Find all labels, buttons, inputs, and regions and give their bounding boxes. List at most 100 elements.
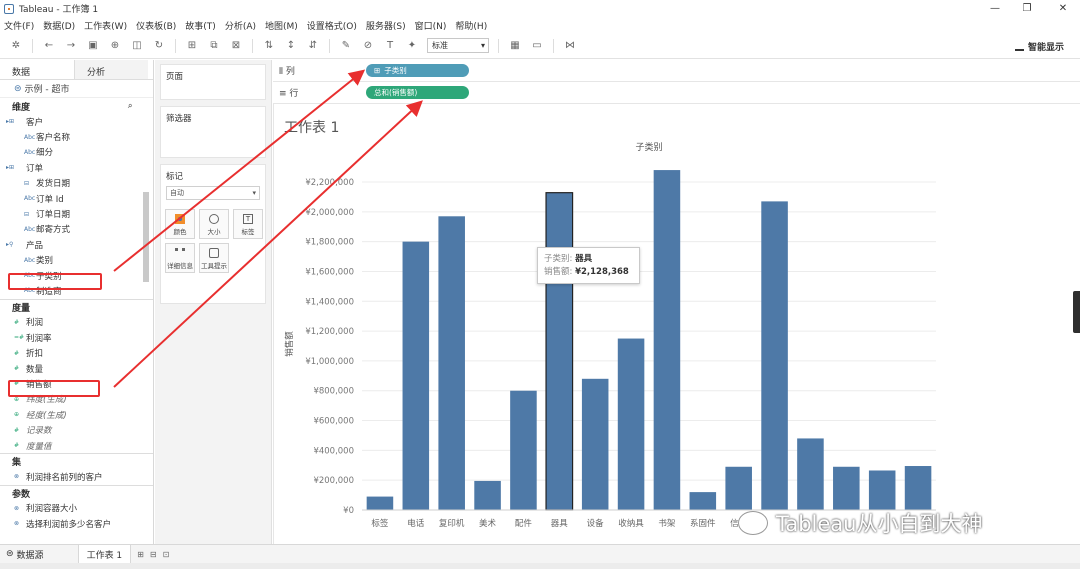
rows-shelf[interactable]: ≡ 行 总和(销售额): [273, 82, 1080, 104]
bar-椅子[interactable]: [761, 201, 788, 510]
dim-item[interactable]: Abc 类别: [0, 253, 153, 268]
tableau-home-icon[interactable]: ✲: [8, 38, 24, 54]
minimize-button[interactable]: —: [980, 0, 1010, 17]
tab-data[interactable]: 数据: [0, 60, 74, 79]
label-button[interactable]: T 标签: [233, 209, 263, 239]
dim-item[interactable]: ▸⊞ 客户: [0, 114, 153, 129]
highlight-icon[interactable]: ✎: [338, 38, 354, 54]
columns-pill-subcategory[interactable]: ⊞ 子类别: [366, 64, 469, 77]
param-item[interactable]: ⊗ 利润容器大小: [0, 501, 153, 516]
new-sheet-icon[interactable]: ⊞: [137, 550, 144, 559]
bar-标签[interactable]: [366, 496, 394, 510]
menu-data[interactable]: 数据(D): [43, 19, 75, 32]
menu-window[interactable]: 窗口(N): [415, 19, 447, 32]
toolbar-divider: [252, 38, 253, 53]
save-icon[interactable]: ▣: [85, 38, 101, 54]
pause-update-icon[interactable]: ◫: [129, 38, 145, 54]
bar-美术[interactable]: [474, 480, 501, 510]
menu-format[interactable]: 设置格式(O): [307, 19, 357, 32]
clear-sheet-icon[interactable]: ⊠: [228, 38, 244, 54]
param-item[interactable]: ⊗ 选择利润前多少名客户: [0, 516, 153, 531]
bar-配件[interactable]: [510, 390, 537, 510]
menu-file[interactable]: 文件(F): [4, 19, 34, 32]
bar-书架[interactable]: [653, 170, 681, 510]
group-icon[interactable]: ⊘: [360, 38, 376, 54]
status-strip: [0, 563, 1080, 569]
tab-analysis[interactable]: 分析: [74, 60, 148, 79]
dim-item[interactable]: Abc 客户名称: [0, 129, 153, 144]
meas-item[interactable]: # 记录数: [0, 422, 153, 437]
undo-icon[interactable]: ←: [41, 38, 57, 54]
bar-装订机[interactable]: [904, 466, 932, 510]
pages-card[interactable]: 页面: [160, 64, 266, 100]
menu-worksheet[interactable]: 工作表(W): [84, 19, 127, 32]
dim-item[interactable]: ▸⚲ 产品: [0, 237, 153, 252]
presentation-icon[interactable]: ▭: [529, 38, 545, 54]
meas-item[interactable]: # 数量: [0, 361, 153, 376]
datasource-item[interactable]: ⊜ 示例 - 超市: [0, 80, 153, 98]
redo-icon[interactable]: →: [63, 38, 79, 54]
size-button[interactable]: 大小: [199, 209, 229, 239]
search-icon[interactable]: ⌕: [128, 101, 132, 111]
show-cards-icon[interactable]: ▦: [507, 38, 523, 54]
duplicate-sheet-icon[interactable]: ⧉: [206, 38, 222, 54]
set-item[interactable]: ⊗ 利润排名前列的客户: [0, 469, 153, 484]
new-story-icon[interactable]: ⊡: [163, 550, 170, 559]
bar-用具[interactable]: [797, 438, 824, 510]
bar-电话[interactable]: [402, 241, 430, 511]
visualization-area[interactable]: 工作表 1 子类别 ¥0 ¥200,000 ¥400,000 ¥600,000 ¥800,…: [273, 104, 1072, 544]
labels-icon[interactable]: T: [382, 38, 398, 54]
dim-item[interactable]: ▸⊞ 订单: [0, 160, 153, 175]
side-panel-handle[interactable]: [1073, 291, 1080, 333]
dim-item[interactable]: Abc 邮寄方式: [0, 222, 153, 237]
dim-item[interactable]: Abc 细分: [0, 145, 153, 160]
pin-icon[interactable]: ✦: [404, 38, 420, 54]
new-sheet-icon[interactable]: ⊞: [184, 38, 200, 54]
meas-item[interactable]: # 折扣: [0, 345, 153, 360]
meas-item[interactable]: ⊕ 经度(生成): [0, 407, 153, 422]
datasource-tab[interactable]: ⊜ 数据源: [0, 548, 44, 561]
bar-收纳具[interactable]: [617, 338, 645, 510]
smart-show-button[interactable]: 智能显示: [1014, 40, 1064, 53]
bar-器具[interactable]: [545, 192, 574, 511]
bar-信封[interactable]: [725, 466, 752, 510]
color-button[interactable]: 颜色: [165, 209, 195, 239]
new-datasource-icon[interactable]: ⊕: [107, 38, 123, 54]
menu-map[interactable]: 地图(M): [265, 19, 298, 32]
tooltip-button[interactable]: 工具提示: [199, 243, 229, 273]
new-dashboard-icon[interactable]: ⊟: [150, 550, 157, 559]
filters-card[interactable]: 筛选器: [160, 106, 266, 158]
marks-type-select[interactable]: 自动 ▾: [166, 186, 260, 200]
swap-icon[interactable]: ⇅: [261, 38, 277, 54]
dim-item[interactable]: Abc 订单 Id: [0, 191, 153, 206]
menu-story[interactable]: 故事(T): [185, 19, 216, 32]
sheet-tab-1[interactable]: 工作表 1: [77, 544, 132, 564]
menu-server[interactable]: 服务器(S): [366, 19, 406, 32]
bar-复印机[interactable]: [438, 216, 465, 511]
menu-dashboard[interactable]: 仪表板(B): [136, 19, 176, 32]
refresh-icon[interactable]: ↻: [151, 38, 167, 54]
bar-用品[interactable]: [833, 466, 860, 510]
share-icon[interactable]: ⋈: [562, 38, 578, 54]
meas-item[interactable]: # 度量值: [0, 438, 153, 453]
detail-button[interactable]: 详细信息: [165, 243, 195, 273]
dim-item[interactable]: ⊟ 发货日期: [0, 176, 153, 191]
rows-pill-sales[interactable]: 总和(销售额): [366, 86, 469, 99]
bar-系固件[interactable]: [689, 492, 717, 510]
close-button[interactable]: ✕: [1048, 0, 1078, 17]
meas-item[interactable]: # 利润: [0, 315, 153, 330]
bar-设备[interactable]: [581, 378, 609, 510]
scrollbar-thumb[interactable]: [143, 192, 149, 282]
menu-help[interactable]: 帮助(H): [455, 19, 487, 32]
meas-item[interactable]: =# 利润率: [0, 330, 153, 345]
fit-select[interactable]: 标准 ▾: [427, 38, 489, 53]
sort-asc-icon[interactable]: ↕: [283, 38, 299, 54]
menu-analysis[interactable]: 分析(A): [225, 19, 256, 32]
columns-shelf[interactable]: ⦀ 列 ⊞ 子类别: [273, 60, 1080, 82]
bar-chart[interactable]: 子类别 ¥0 ¥200,000 ¥400,000 ¥600,000 ¥800,000 ¥1,…: [274, 104, 1073, 544]
dim-item[interactable]: ⊟ 订单日期: [0, 206, 153, 221]
maximize-button[interactable]: ❐: [1012, 0, 1042, 17]
data-pane-scrollbar[interactable]: [141, 188, 151, 358]
bar-纸张[interactable]: [868, 470, 896, 510]
sort-desc-icon[interactable]: ⇵: [305, 38, 321, 54]
